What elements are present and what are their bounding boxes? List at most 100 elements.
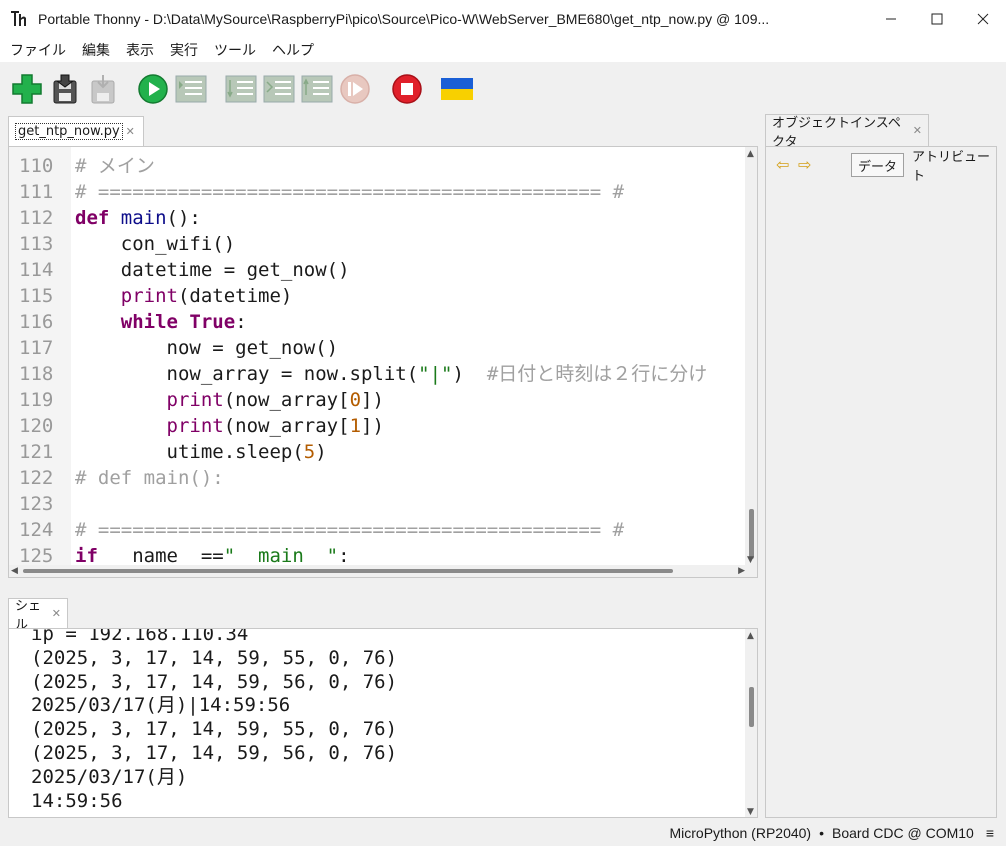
object-inspector-panel: ⇦ ⇨ データ アトリビュート [765,146,997,818]
scroll-right-icon[interactable]: ▶ [738,566,745,576]
tab-get-ntp-now[interactable]: get_ntp_now.py ✕ [8,116,144,146]
line-number: 112 [19,207,54,229]
line-number: 124 [19,519,54,541]
line-number: 122 [19,467,54,489]
line-number: 114 [19,259,54,281]
shell-line: 2025/03/17(月)|14:59:56 [31,694,291,717]
code-line[interactable]: 110 # メイン [9,153,747,179]
code-text: datetime = get_now() [75,259,350,281]
forward-arrow-icon[interactable]: ⇨ [798,155,811,174]
code-line[interactable]: 122 # def main(): [9,465,747,491]
code-line[interactable]: 124 # ===================================… [9,517,747,543]
line-number: 118 [19,363,54,385]
maximize-button[interactable] [914,0,960,38]
code-line[interactable]: 116 while True: [9,309,747,335]
code-line[interactable]: 112 def main(): [9,205,747,231]
code-line[interactable]: 118 now_array = now.split("|") #日付と時刻は２行… [9,361,747,387]
editor-hscroll-thumb[interactable] [23,569,673,573]
inspector-tab-label: オブジェクトインスペクタ [772,115,901,150]
shell-line: 2025/03/17(月) [31,765,188,788]
line-number: 121 [19,441,54,463]
menu-run[interactable]: 実行 [164,40,204,60]
shell-tab-label: シェル [15,598,42,633]
code-line[interactable]: 120 print(now_array[1]) [9,413,747,439]
toolbar [0,62,1006,112]
shell-line: (2025, 3, 17, 14, 59, 55, 0, 76) [31,718,398,741]
step-out-button[interactable] [300,72,334,106]
code-line[interactable]: 115 print(datetime) [9,283,747,309]
scroll-up-icon[interactable]: ▲ [747,149,754,159]
scroll-left-icon[interactable]: ◀ [11,566,18,576]
close-button[interactable] [960,0,1006,38]
code-text: # ======================================… [75,181,625,203]
debug-button[interactable] [174,72,208,106]
menu-tools[interactable]: ツール [208,40,262,60]
code-editor[interactable]: 110 # メイン 111 # ===========================… [8,146,758,578]
shell-line: ip = 192.168.110.34 [31,628,249,645]
code-line[interactable]: 113 con_wifi() [9,231,747,257]
step-into-button[interactable] [262,72,296,106]
shell-scroll-up-icon[interactable]: ▲ [747,631,754,641]
line-number: 116 [19,311,54,333]
shell-line: (2025, 3, 17, 14, 59, 55, 0, 76) [31,646,398,669]
tab-shell[interactable]: シェル ✕ [8,598,68,633]
attribute-tab-button[interactable]: アトリビュート [906,150,996,184]
close-inspector-icon[interactable]: ✕ [913,124,922,137]
shell-vscroll-thumb[interactable] [749,687,754,727]
code-text: def main(): [75,207,201,229]
code-text: con_wifi() [75,233,236,255]
port-status[interactable]: Board CDC @ COM10 [832,825,974,841]
menu-bar: ファイル 編集 表示 実行 ツール ヘルプ [0,38,1006,62]
minimize-button[interactable] [868,0,914,38]
editor-vertical-scrollbar[interactable]: ▲ ▼ [745,147,757,577]
shell-vertical-scrollbar[interactable]: ▲ ▼ [745,629,757,817]
save-button[interactable] [86,72,120,106]
close-tab-icon[interactable]: ✕ [126,125,135,138]
stop-button[interactable] [390,72,424,106]
menu-view[interactable]: 表示 [120,40,160,60]
code-text: utime.sleep(5) [75,441,327,463]
close-shell-icon[interactable]: ✕ [52,607,61,620]
code-text: # メイン [75,155,155,177]
step-over-button[interactable] [224,72,258,106]
status-menu-icon[interactable]: ≡ [986,825,994,841]
editor-horizontal-scrollbar[interactable]: ◀ ▶ [9,565,747,577]
back-arrow-icon[interactable]: ⇦ [776,155,789,174]
tab-object-inspector[interactable]: オブジェクトインスペクタ ✕ [765,114,929,150]
shell-console[interactable]: ip = 192.168.110.34 (2025, 3, 17, 14, 59,… [8,628,758,818]
shell-scroll-down-icon[interactable]: ▼ [747,807,754,817]
status-separator: • [819,825,825,841]
menu-edit[interactable]: 編集 [76,40,116,60]
shell-line: (2025, 3, 17, 14, 59, 56, 0, 76) [31,670,398,693]
code-line[interactable]: 119 print(now_array[0]) [9,387,747,413]
line-number: 117 [19,337,54,359]
code-line[interactable]: 123 [9,491,747,517]
code-line[interactable]: 111 # ===================================… [9,179,747,205]
run-button[interactable] [136,72,170,106]
resume-button[interactable] [338,72,372,106]
code-text: print(datetime) [120,285,293,307]
line-number: 119 [19,389,54,411]
new-file-button[interactable] [10,72,44,106]
editor-vscroll-thumb[interactable] [749,509,754,559]
code-text: while True: [120,311,247,333]
code-text: now_array = now.split("|") #日付と時刻は２行に分け [75,363,708,385]
code-lines: 110 # メイン 111 # ===========================… [9,153,747,569]
code-text: # def main(): [75,467,224,489]
ukraine-flag-icon[interactable] [440,72,474,106]
code-line[interactable]: 114 datetime = get_now() [9,257,747,283]
open-file-button[interactable] [48,72,82,106]
thonny-window: Portable Thonny - D:\Data\MySource\Raspb… [0,0,1006,846]
menu-help[interactable]: ヘルプ [266,40,320,60]
title-bar: Portable Thonny - D:\Data\MySource\Raspb… [0,0,1006,38]
interpreter-status[interactable]: MicroPython (RP2040) [669,825,811,841]
code-line[interactable]: 121 utime.sleep(5) [9,439,747,465]
tab-label: get_ntp_now.py [15,123,123,140]
line-number: 113 [19,233,54,255]
code-text: # ======================================… [75,519,625,541]
line-number: 110 [19,155,54,177]
menu-file[interactable]: ファイル [4,40,72,60]
code-line[interactable]: 117 now = get_now() [9,335,747,361]
scroll-down-icon[interactable]: ▼ [747,555,754,565]
data-tab-button[interactable]: データ [851,153,905,177]
